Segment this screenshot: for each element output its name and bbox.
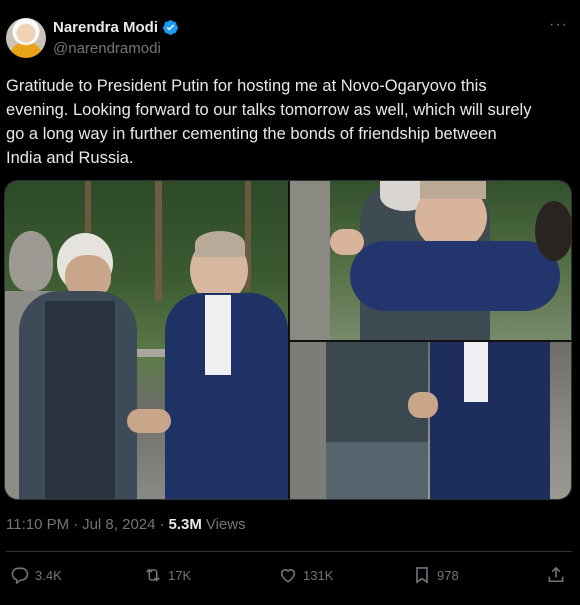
- reply-icon: [11, 567, 29, 585]
- author-name[interactable]: Narendra Modi: [53, 19, 158, 36]
- action-bar: 3.4K 17K 131K 978: [0, 560, 580, 594]
- photo-embrace[interactable]: [290, 181, 571, 340]
- tweet-text-line: go a long way in further cementing the b…: [6, 125, 497, 143]
- views-count: 5.3M: [168, 516, 202, 533]
- share-button[interactable]: [546, 560, 566, 590]
- ellipsis-icon[interactable]: ···: [549, 16, 568, 34]
- tweet-date[interactable]: Jul 8, 2024: [82, 516, 155, 533]
- media-grid: [4, 180, 572, 500]
- repost-icon: [146, 568, 160, 582]
- tweet-text-line: evening. Looking forward to our talks to…: [6, 101, 532, 119]
- verified-badge-icon: [163, 20, 178, 35]
- author-name-row: Narendra Modi: [53, 19, 179, 36]
- tweet-time[interactable]: 11:10 PM: [6, 516, 69, 533]
- bookmark-icon: [416, 567, 428, 584]
- tweet-text-line: Gratitude to President Putin for hosting…: [6, 77, 487, 95]
- meta-separator: ·: [73, 516, 79, 533]
- share-icon: [548, 566, 564, 583]
- reply-button[interactable]: 3.4K: [10, 560, 62, 590]
- avatar[interactable]: [6, 18, 46, 58]
- photo-handshake-close[interactable]: [290, 342, 571, 499]
- meta-separator: ·: [159, 516, 165, 533]
- bookmark-count: 978: [437, 567, 459, 583]
- author-handle[interactable]: @narendramodi: [53, 40, 161, 57]
- tweet-meta: 11:10 PM · Jul 8, 2024 · 5.3M Views: [6, 516, 246, 533]
- views-label: Views: [205, 516, 246, 533]
- tweet-text: Gratitude to President Putin for hosting…: [6, 74, 570, 170]
- reply-count: 3.4K: [35, 567, 62, 583]
- heart-icon: [280, 569, 296, 583]
- bookmark-button[interactable]: 978: [412, 560, 459, 590]
- tweet-text-line: India and Russia.: [6, 149, 134, 167]
- like-button[interactable]: 131K: [278, 560, 333, 590]
- tweet-card: Narendra Modi @narendramodi ··· Gratitud…: [0, 0, 580, 605]
- divider: [6, 551, 572, 552]
- tweet-header: Narendra Modi @narendramodi ···: [6, 16, 574, 64]
- repost-button[interactable]: 17K: [143, 560, 191, 590]
- like-count: 131K: [303, 567, 334, 583]
- repost-count: 17K: [168, 567, 192, 583]
- photo-handshake[interactable]: [5, 181, 288, 499]
